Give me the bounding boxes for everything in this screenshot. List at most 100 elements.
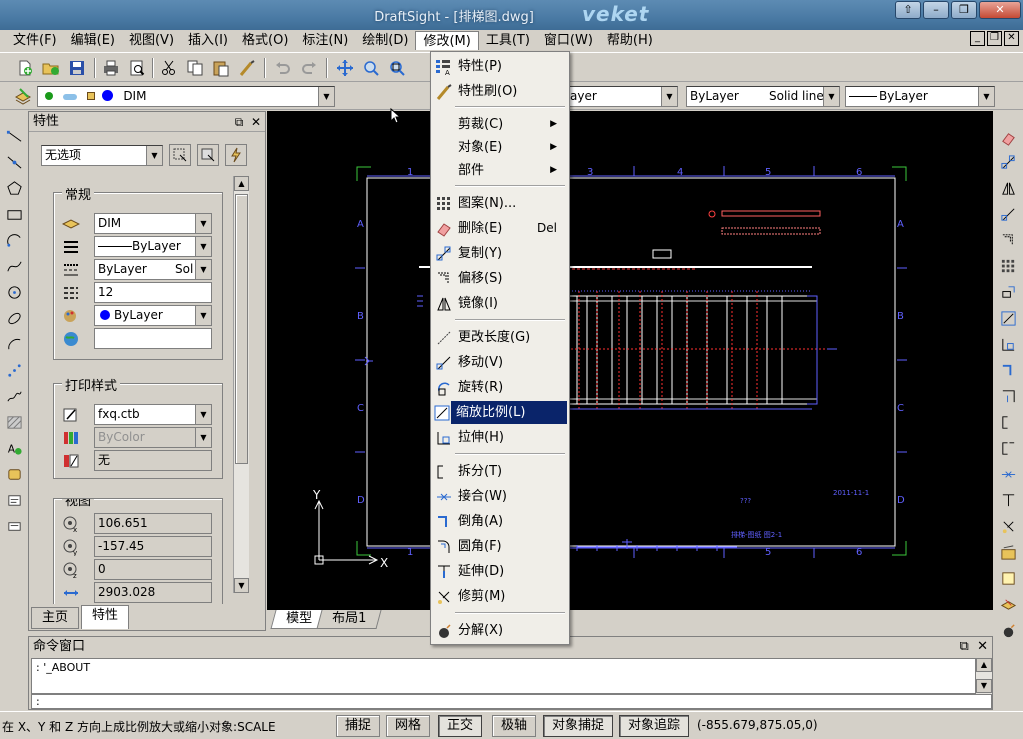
mirror-entity-icon[interactable] bbox=[996, 177, 1020, 199]
drawing-canvas[interactable]: 1 2 3 4 5 6 1 5 6 A B C D A B C D bbox=[267, 111, 993, 610]
color-combo[interactable]: ayer ▼ bbox=[566, 86, 678, 107]
pan-icon[interactable] bbox=[334, 57, 356, 79]
menu-dimension[interactable]: 标注(N) bbox=[295, 31, 355, 50]
menu-item-fillet[interactable]: 圆角(F) bbox=[433, 535, 567, 558]
print-icon[interactable] bbox=[100, 57, 122, 79]
chevron-down-icon[interactable]: ▼ bbox=[318, 87, 334, 106]
arc-icon[interactable] bbox=[2, 229, 26, 251]
command-close-icon[interactable]: ✕ bbox=[977, 639, 988, 654]
menu-item-properties[interactable]: A 特性(P) bbox=[433, 55, 567, 78]
menu-item-move[interactable]: 移动(V) bbox=[433, 351, 567, 374]
menu-modify[interactable]: 修改(M) bbox=[415, 31, 479, 50]
command-input[interactable]: : bbox=[31, 694, 992, 709]
menu-item-pattern[interactable]: 图案(N)... bbox=[433, 192, 567, 215]
chevron-down-icon[interactable]: ▼ bbox=[978, 87, 994, 106]
break-point-icon[interactable] bbox=[996, 437, 1020, 459]
join-entity-icon[interactable] bbox=[996, 463, 1020, 485]
menu-tools[interactable]: 工具(T) bbox=[479, 31, 537, 50]
hyperlink-field[interactable] bbox=[94, 328, 212, 349]
grid-toggle[interactable]: 网格 bbox=[386, 715, 431, 737]
menu-item-join[interactable]: 接合(W) bbox=[433, 485, 567, 508]
rectangle-icon[interactable] bbox=[2, 203, 26, 225]
ellipse-icon[interactable] bbox=[2, 307, 26, 329]
scroll-thumb[interactable] bbox=[235, 194, 248, 464]
ellipse-arc-icon[interactable] bbox=[2, 333, 26, 355]
lineweight-combo[interactable]: ByLayer ▼ bbox=[845, 86, 995, 107]
lengthen-entity-icon[interactable] bbox=[996, 359, 1020, 381]
selection-combo[interactable]: 无选项 ▼ bbox=[41, 145, 163, 166]
pattern-entity-icon[interactable] bbox=[996, 255, 1020, 277]
new-file-icon[interactable] bbox=[14, 57, 36, 79]
menu-item-component[interactable]: 部件 ▶ bbox=[433, 159, 567, 182]
osnap-toggle[interactable]: 对象捕捉 bbox=[543, 715, 614, 737]
line-icon[interactable] bbox=[2, 125, 26, 147]
close-button[interactable]: ✕ bbox=[979, 1, 1021, 19]
undo-icon[interactable] bbox=[272, 57, 294, 79]
fillet-entity-icon[interactable] bbox=[996, 515, 1020, 537]
polar-toggle[interactable]: 极轴 bbox=[492, 715, 537, 737]
tab-properties[interactable]: 特性 bbox=[81, 605, 130, 629]
edit-block-icon[interactable] bbox=[996, 567, 1020, 589]
menu-item-scale[interactable]: 缩放比例(L) bbox=[434, 401, 567, 424]
dock-icon[interactable]: ⧉ bbox=[235, 115, 244, 129]
menu-item-copy[interactable]: 复制(Y) bbox=[433, 242, 567, 265]
insert-block-icon[interactable] bbox=[2, 489, 26, 511]
block-icon[interactable] bbox=[2, 463, 26, 485]
lineweight-field[interactable]: 12 bbox=[94, 282, 212, 303]
layer-field[interactable]: DIM ▼ bbox=[94, 213, 212, 234]
command-scrollbar[interactable]: ▲ ▼ bbox=[976, 658, 992, 694]
snap-toggle[interactable]: 捕捉 bbox=[336, 715, 381, 737]
dock-icon[interactable]: ⧉ bbox=[960, 639, 969, 654]
menu-item-chamfer[interactable]: 倒角(A) bbox=[433, 510, 567, 533]
menu-item-clip[interactable]: 剪裁(C) ▶ bbox=[433, 113, 567, 136]
quick-select-icon[interactable] bbox=[197, 144, 219, 166]
cut-icon[interactable] bbox=[158, 57, 180, 79]
tab-layout1[interactable]: 布局1 bbox=[316, 610, 382, 629]
zoom-icon[interactable] bbox=[360, 57, 382, 79]
linestyle-field[interactable]: ByLayer Sol ▼ bbox=[94, 259, 212, 280]
sketch-icon[interactable] bbox=[2, 385, 26, 407]
menu-item-split[interactable]: 拆分(T) bbox=[433, 460, 567, 483]
minimize-button[interactable]: – bbox=[923, 1, 949, 19]
menu-window[interactable]: 窗口(W) bbox=[537, 31, 600, 50]
menu-item-explode[interactable]: 分解(X) bbox=[433, 619, 567, 642]
menu-item-lengthen[interactable]: 更改长度(G) bbox=[433, 326, 567, 349]
menu-item-mirror[interactable]: 镜像(I) bbox=[433, 292, 567, 315]
menu-item-offset[interactable]: 偏移(S) bbox=[433, 267, 567, 290]
menu-item-match-properties[interactable]: 特性刷(O) bbox=[433, 80, 567, 103]
scroll-up-icon[interactable]: ▲ bbox=[976, 658, 992, 672]
menu-item-object[interactable]: 对象(E) ▶ bbox=[433, 136, 567, 159]
menu-view[interactable]: 视图(V) bbox=[122, 31, 181, 50]
save-icon[interactable] bbox=[66, 57, 88, 79]
offset-entity-icon[interactable] bbox=[996, 203, 1020, 225]
edit-hatch-icon[interactable] bbox=[996, 541, 1020, 563]
restore-button[interactable]: ❐ bbox=[951, 1, 977, 19]
menu-item-stretch[interactable]: 拉伸(H) bbox=[433, 426, 567, 449]
menu-item-extend[interactable]: 延伸(D) bbox=[433, 560, 567, 583]
polyline-icon[interactable] bbox=[2, 151, 26, 173]
menu-help[interactable]: 帮助(H) bbox=[600, 31, 660, 50]
scroll-down-icon[interactable]: ▼ bbox=[234, 578, 249, 593]
chamfer-entity-icon[interactable] bbox=[996, 489, 1020, 511]
paste-icon[interactable] bbox=[210, 57, 232, 79]
stretch-entity-icon[interactable] bbox=[996, 333, 1020, 355]
doc-close-button[interactable]: ✕ bbox=[1004, 31, 1019, 46]
break-entity-icon[interactable] bbox=[996, 411, 1020, 433]
ortho-toggle[interactable]: 正交 bbox=[438, 715, 483, 737]
menu-format[interactable]: 格式(O) bbox=[235, 31, 295, 50]
move-entity-icon[interactable] bbox=[996, 281, 1020, 303]
scale-entity-icon[interactable] bbox=[996, 307, 1020, 329]
menu-draw[interactable]: 绘制(D) bbox=[355, 31, 415, 50]
circle-icon[interactable] bbox=[2, 281, 26, 303]
tab-home[interactable]: 主页 bbox=[31, 607, 80, 629]
redo-icon[interactable] bbox=[298, 57, 320, 79]
polygon-icon[interactable] bbox=[2, 177, 26, 199]
erase-icon[interactable] bbox=[996, 127, 1020, 149]
panel-close-icon[interactable]: ✕ bbox=[251, 115, 261, 129]
chevron-down-icon[interactable]: ▼ bbox=[146, 146, 162, 165]
chevron-down-icon[interactable]: ▼ bbox=[661, 87, 677, 106]
select-objects-icon[interactable] bbox=[169, 144, 191, 166]
explode-entity-icon[interactable] bbox=[996, 619, 1020, 641]
offset-curve-icon[interactable] bbox=[996, 229, 1020, 251]
spline-icon[interactable] bbox=[2, 255, 26, 277]
